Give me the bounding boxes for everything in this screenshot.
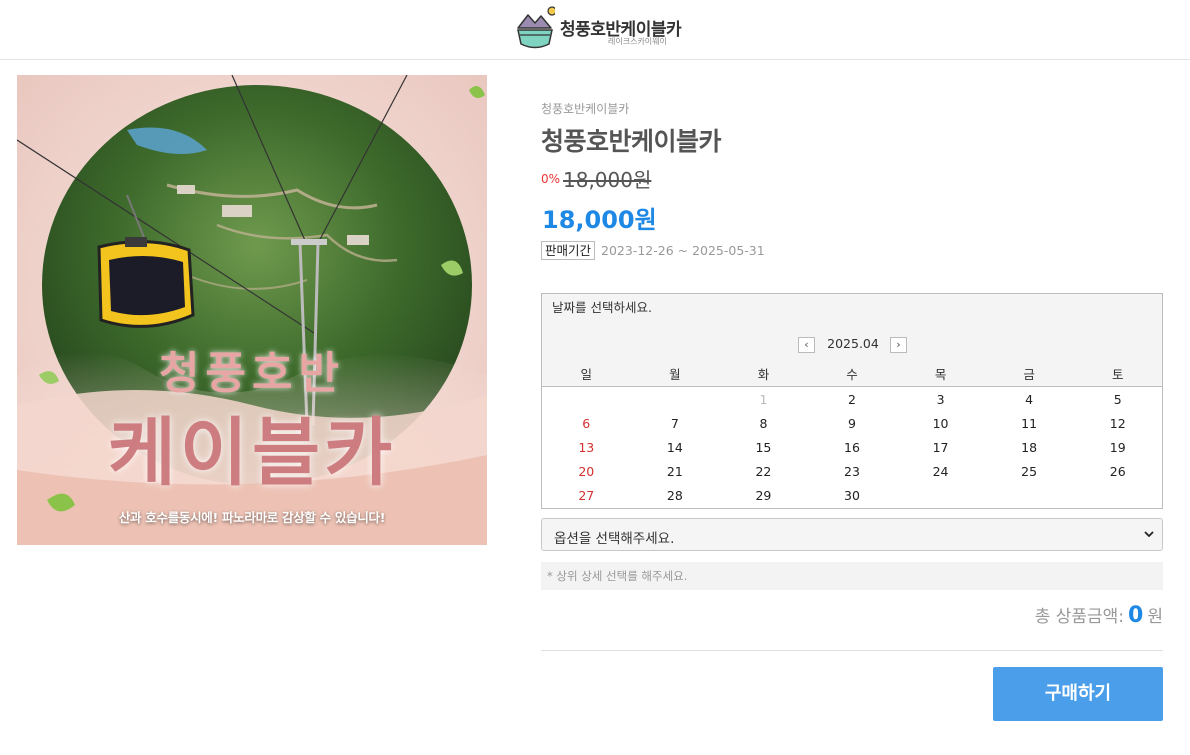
calendar-day[interactable]: 18 xyxy=(985,436,1074,460)
buy-button[interactable]: 구매하기 xyxy=(993,667,1163,721)
calendar-month-label: 2025.04 xyxy=(827,336,879,351)
weekday-wed: 수 xyxy=(846,367,858,382)
sale-period-value: 2023-12-26 ~ 2025-05-31 xyxy=(601,243,765,258)
discount-rate: 0% xyxy=(541,172,561,186)
prev-month-button[interactable]: ‹ xyxy=(798,337,815,353)
calendar-day-empty xyxy=(631,388,720,412)
weekday-header: 일 월 화 수 목 금 토 xyxy=(542,364,1162,387)
brand-subtitle: 레이크스카이웨이 xyxy=(608,37,667,46)
calendar-day[interactable]: 13 xyxy=(542,436,631,460)
next-month-button[interactable]: › xyxy=(890,337,907,353)
calendar-prompt: 날짜를 선택하세요. xyxy=(542,294,1162,324)
image-title-line2: 케이블카 xyxy=(107,410,397,496)
calendar-day[interactable]: 28 xyxy=(631,484,720,508)
calendar-day[interactable]: 17 xyxy=(896,436,985,460)
divider xyxy=(541,650,1163,651)
weekday-thu: 목 xyxy=(934,367,947,382)
calendar-day[interactable]: 25 xyxy=(985,460,1074,484)
calendar-day[interactable]: 26 xyxy=(1073,460,1162,484)
weekday-sat: 토 xyxy=(1112,367,1124,382)
image-title-line1: 청풍호반 xyxy=(159,348,345,399)
calendar-month-nav: ‹ 2025.04 › xyxy=(542,324,1162,364)
calendar-day[interactable]: 7 xyxy=(631,412,720,436)
original-price: 18,000원 xyxy=(563,168,652,192)
cable-car-logo-icon xyxy=(517,6,555,49)
calendar-day-empty xyxy=(1073,484,1162,508)
calendar-day: 1 xyxy=(759,392,768,407)
date-picker-calendar: 날짜를 선택하세요. ‹ 2025.04 › 일 월 화 수 목 금 토 123… xyxy=(541,293,1163,509)
option-select-value: 옵션을 선택해주세요. xyxy=(554,531,675,547)
calendar-day[interactable]: 29 xyxy=(719,484,808,508)
brand-logo[interactable]: 청풍호반케이블카 레이크스카이웨이 xyxy=(515,4,695,54)
calendar-day[interactable]: 9 xyxy=(808,412,897,436)
calendar-day[interactable]: 16 xyxy=(808,436,897,460)
calendar-day[interactable]: 10 xyxy=(896,412,985,436)
calendar-day[interactable]: 3 xyxy=(896,388,985,412)
calendar-day[interactable]: 20 xyxy=(542,460,631,484)
calendar-day-empty xyxy=(896,484,985,508)
calendar-day-grid: 1 2 3 4 5 6 7 8 9 10 11 12 13 14 15 16 17 18 19 20 21 22 23 24 2… xyxy=(542,388,1162,508)
calendar-day[interactable]: 15 xyxy=(719,436,808,460)
weekday-mon: 월 xyxy=(669,367,681,382)
calendar-day[interactable]: 22 xyxy=(719,460,808,484)
site-header: 청풍호반케이블카 레이크스카이웨이 xyxy=(0,0,1190,60)
calendar-day[interactable]: 30 xyxy=(808,484,897,508)
sale-price: 18,000원 xyxy=(542,206,657,234)
total-price-label: 총 상품금액: xyxy=(1034,607,1125,627)
calendar-day-empty xyxy=(985,484,1074,508)
calendar-day[interactable]: 14 xyxy=(631,436,720,460)
weekday-tue: 화 xyxy=(757,367,770,382)
total-price-value: 0 xyxy=(1128,603,1144,628)
calendar-day[interactable]: 21 xyxy=(631,460,720,484)
calendar-day[interactable]: 12 xyxy=(1073,412,1162,436)
calendar-day[interactable]: 11 xyxy=(985,412,1074,436)
weekday-fri: 금 xyxy=(1023,367,1035,382)
calendar-day-empty xyxy=(542,388,631,412)
calendar-day[interactable]: 6 xyxy=(542,412,631,436)
calendar-day[interactable]: 8 xyxy=(719,412,808,436)
product-image: 청풍호반 케이블카 산과 호수를동시에! 파노라마로 감상할 수 있습니다! xyxy=(17,75,487,545)
product-name: 청풍호반케이블카 xyxy=(541,127,722,156)
calendar-day[interactable]: 27 xyxy=(542,484,631,508)
product-category: 청풍호반케이블카 xyxy=(541,102,630,116)
calendar-day[interactable]: 2 xyxy=(808,388,897,412)
calendar-day[interactable]: 23 xyxy=(808,460,897,484)
image-caption: 산과 호수를동시에! 파노라마로 감상할 수 있습니다! xyxy=(118,510,386,525)
selection-notice: * 상위 상세 선택를 해주세요. xyxy=(541,562,1163,590)
calendar-day[interactable]: 5 xyxy=(1073,388,1162,412)
calendar-day[interactable]: 24 xyxy=(896,460,985,484)
calendar-day[interactable]: 19 xyxy=(1073,436,1162,460)
sale-period-label: 판매기간 xyxy=(541,241,596,260)
chevron-down-icon xyxy=(1144,531,1154,538)
calendar-day[interactable]: 4 xyxy=(985,388,1074,412)
option-select[interactable]: 옵션을 선택해주세요. xyxy=(541,518,1163,551)
total-price-unit: 원 xyxy=(1147,607,1163,627)
total-price: 총 상품금액: 0 원 xyxy=(1035,602,1163,628)
weekday-sun: 일 xyxy=(580,367,593,382)
